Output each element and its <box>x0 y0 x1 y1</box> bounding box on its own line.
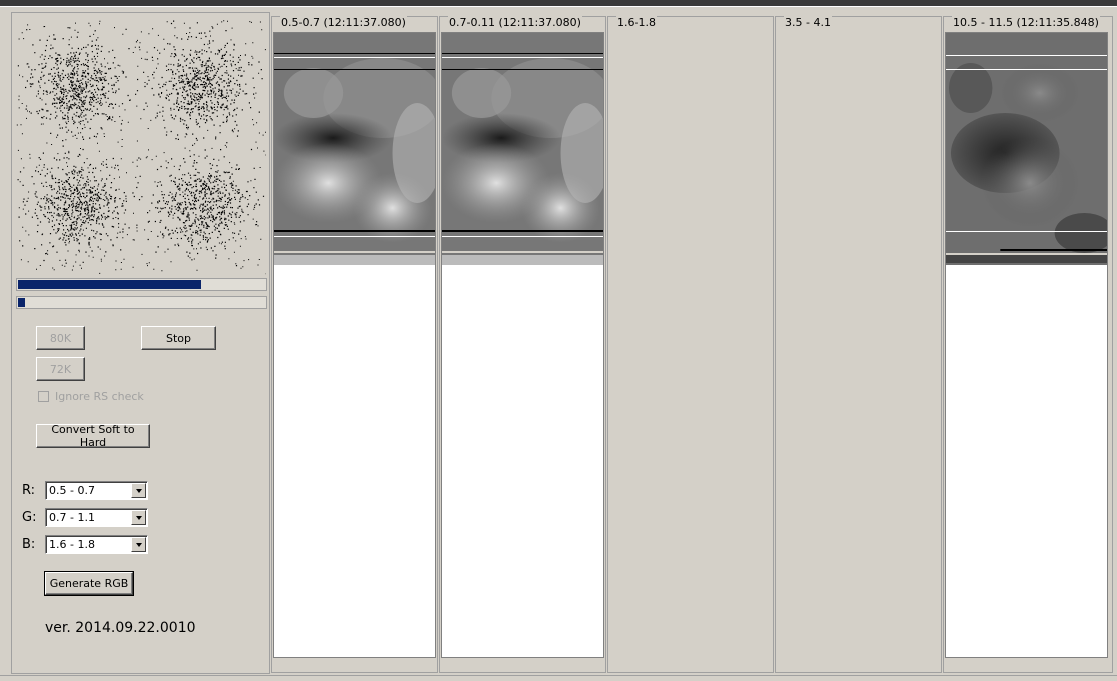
ignore-rs-checkbox[interactable] <box>38 391 49 402</box>
channel-title-5: 10.5 - 11.5 (12:11:35.848) <box>952 16 1100 29</box>
channel-image-1 <box>273 32 436 658</box>
chevron-down-icon[interactable] <box>131 537 146 552</box>
title-bar-edge <box>0 6 1117 7</box>
g-channel-label: G: <box>22 510 37 525</box>
channel-title-1: 0.5-0.7 (12:11:37.080) <box>280 16 407 29</box>
channel-panel-3 <box>607 16 774 673</box>
channel-title-2: 0.7-0.11 (12:11:37.080) <box>448 16 582 29</box>
mode-72k-button[interactable]: 72K <box>36 357 85 381</box>
r-channel-value: 0.5 - 0.7 <box>49 484 95 497</box>
status-divider <box>0 675 1117 676</box>
g-channel-value: 0.7 - 1.1 <box>49 511 95 524</box>
satellite-image-near-ir <box>442 33 603 265</box>
progress-bar-secondary <box>16 296 267 309</box>
b-channel-value: 1.6 - 1.8 <box>49 538 95 551</box>
b-channel-label: B: <box>22 537 36 552</box>
channel-title-4: 3.5 - 4.1 <box>784 16 832 29</box>
ignore-rs-label: Ignore RS check <box>55 390 144 403</box>
constellation-plot <box>16 20 266 276</box>
r-channel-select[interactable]: 0.5 - 0.7 <box>45 481 148 500</box>
generate-rgb-button[interactable]: Generate RGB <box>44 571 134 596</box>
constellation-points <box>16 20 266 275</box>
convert-soft-to-hard-button[interactable]: Convert Soft to Hard <box>36 423 150 449</box>
channel-title-3: 1.6-1.8 <box>616 16 657 29</box>
channel-image-5 <box>945 32 1108 658</box>
r-channel-label: R: <box>22 483 36 498</box>
stop-button[interactable]: Stop <box>141 326 216 350</box>
satellite-image-visible <box>274 33 435 265</box>
chevron-down-icon[interactable] <box>131 483 146 498</box>
mode-80k-button[interactable]: 80K <box>36 326 85 350</box>
progress-bar-primary <box>16 278 267 291</box>
progress-fill-primary <box>18 280 201 289</box>
channel-image-2 <box>441 32 604 658</box>
b-channel-select[interactable]: 1.6 - 1.8 <box>45 535 148 554</box>
satellite-image-thermal <box>946 33 1107 265</box>
g-channel-select[interactable]: 0.7 - 1.1 <box>45 508 148 527</box>
progress-fill-secondary <box>18 298 25 307</box>
chevron-down-icon[interactable] <box>131 510 146 525</box>
channel-panel-4 <box>775 16 942 673</box>
version-label: ver. 2014.09.22.0010 <box>45 620 196 636</box>
